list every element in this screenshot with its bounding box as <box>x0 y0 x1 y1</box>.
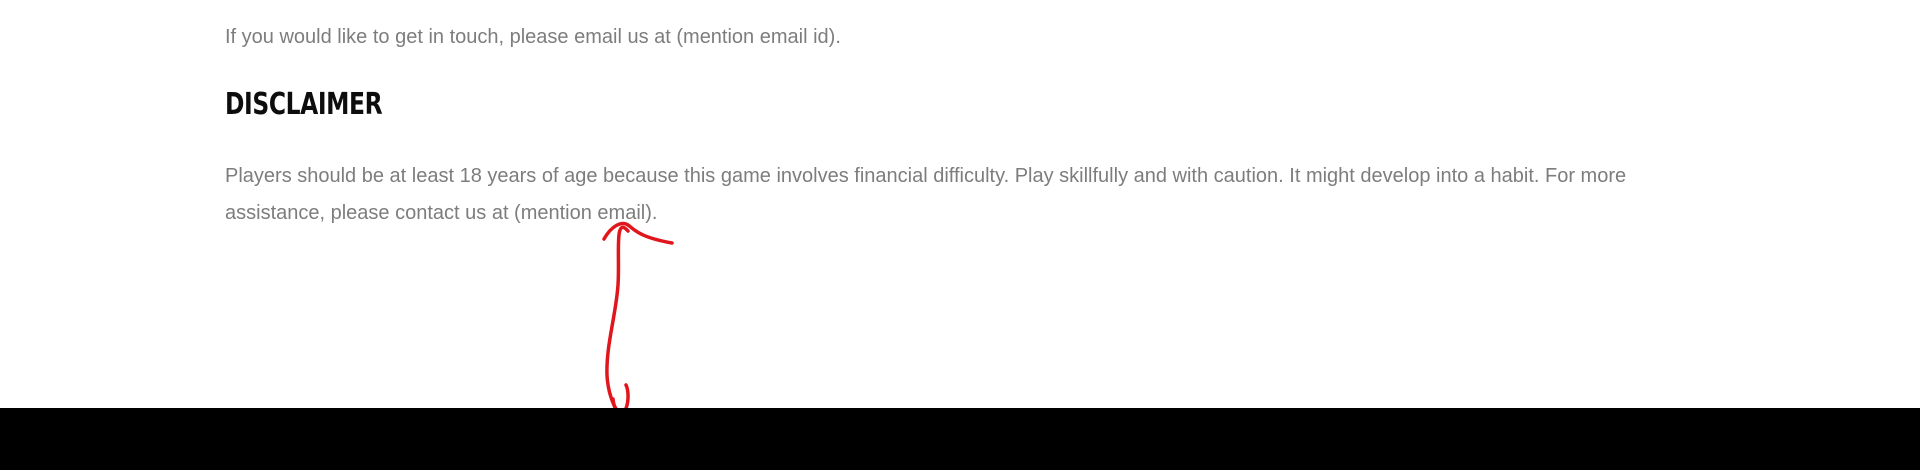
disclaimer-heading: DISCLAIMER <box>225 87 383 122</box>
annotation-arrow-icon <box>602 221 674 415</box>
footer-bar <box>0 408 1920 470</box>
disclaimer-text: Players should be at least 18 years of a… <box>225 165 1627 224</box>
contact-text: If you would like to get in touch, pleas… <box>225 26 841 48</box>
